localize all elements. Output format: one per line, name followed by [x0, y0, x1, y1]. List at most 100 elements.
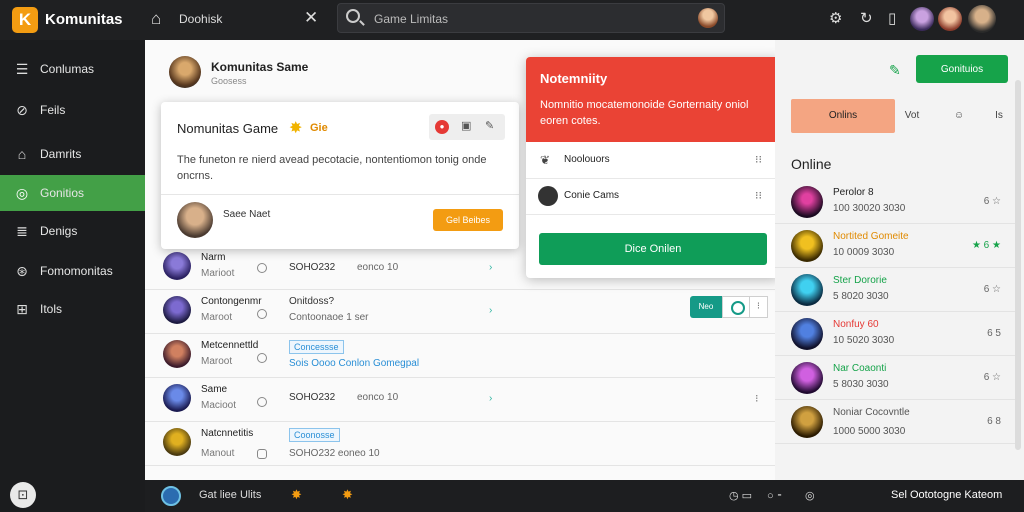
notification-item[interactable]: Conie Cams ⁝⁝ — [526, 179, 780, 215]
row-value: SOHO232 — [289, 392, 336, 403]
primary-button[interactable]: Gonituios — [916, 55, 1008, 83]
user-status: 6 8 — [987, 416, 1001, 427]
settings-icon[interactable]: ⚙ — [829, 9, 842, 27]
table-row[interactable]: Contongenmr Maroot Onitdoss? Contoonaoe … — [145, 290, 775, 334]
row-sub: Maroot — [201, 312, 233, 323]
lock-button[interactable]: ⊡ — [10, 482, 36, 508]
bottom-right-text: Sel Oototogne Kateom — [891, 489, 1003, 501]
refresh-icon[interactable]: ↻ — [860, 9, 873, 27]
sidebar-item-label: Denigs — [40, 224, 78, 238]
user-meta: 5 8020 3030 — [833, 291, 889, 302]
sidebar-item-fomomonitas[interactable]: ⊛ Fomomonitas — [0, 253, 145, 289]
page-title: Komunitas Same — [211, 60, 309, 74]
online-user[interactable]: Nar Coaonti 5 8030 3030 6 ☆ — [775, 356, 1015, 400]
sidebar-item-denigs[interactable]: ≣ Denigs — [0, 213, 145, 249]
sun-icon[interactable]: ✸ — [342, 487, 353, 503]
globe-icon: ⊛ — [16, 263, 28, 279]
tab-vot[interactable]: Vot — [899, 99, 925, 133]
user-meta: 10 0009 3030 — [833, 247, 895, 258]
toggle-label[interactable]: Neo — [690, 296, 722, 318]
table-row[interactable]: Natcnnetitis Manout Coonosse SOHO232 eon… — [145, 422, 775, 466]
edit-icon[interactable]: ✎ — [485, 119, 494, 132]
image-icon[interactable]: ▣ — [461, 119, 471, 132]
sidebar-item-feils[interactable]: ⊘ Feils — [0, 92, 145, 128]
online-user[interactable]: Nortited Gomeite 10 0009 3030 ★ 6 ★ — [775, 224, 1015, 268]
list-icon: ☰ — [15, 61, 29, 77]
search-input[interactable] — [374, 10, 684, 28]
app-icon[interactable] — [161, 486, 181, 506]
sidebar-item-itols[interactable]: ⊞ Itols — [0, 291, 145, 327]
chevron-right-icon[interactable]: › — [489, 305, 492, 316]
row-value-secondary: eonco 10 — [357, 262, 399, 273]
app-logo[interactable]: K — [12, 7, 38, 33]
card-badge: Gie — [310, 122, 328, 134]
tab-emoji[interactable]: ☺ — [947, 99, 971, 133]
avatar — [791, 230, 823, 262]
sun-icon[interactable]: ✸ — [291, 487, 302, 503]
home-icon[interactable]: ⌂ — [151, 9, 171, 29]
sidebar-item-gonitios[interactable]: ◎ Gonitios — [0, 175, 145, 211]
scrollbar[interactable] — [1015, 80, 1021, 450]
user-name: Noniar Cocovntle — [833, 407, 910, 418]
sidebar-item-conlumas[interactable]: ☰ Conlumas — [0, 51, 145, 87]
avatar — [163, 428, 191, 456]
row-sub: Manout — [201, 448, 235, 459]
table-row[interactable]: Same Macioot SOHO232 eonco 10 › ⁝ — [145, 378, 775, 422]
row-tag[interactable]: Coonosse — [289, 428, 340, 442]
chevron-right-icon[interactable]: › — [489, 262, 492, 273]
globe-icon[interactable]: ◎ — [805, 489, 815, 502]
online-user[interactable]: Ster Dororie 5 8020 3030 6 ☆ — [775, 268, 1015, 312]
more-icon[interactable]: ⁝⁝ — [755, 153, 762, 166]
clock-icon[interactable]: ◷ ▭ — [729, 489, 752, 502]
more-icon[interactable]: ⁝⁝ — [755, 189, 762, 202]
chevron-right-icon[interactable]: › — [489, 393, 492, 404]
bookmark-icon[interactable]: ▯ — [888, 9, 896, 27]
search-avatar[interactable] — [698, 8, 718, 28]
status-circle-icon — [257, 309, 267, 319]
user-status: 6 5 — [987, 328, 1001, 339]
row-tag[interactable]: Concessse — [289, 340, 344, 354]
row-value-secondary: eonco 10 — [357, 392, 399, 403]
edit-icon[interactable]: ✎ — [889, 62, 901, 79]
card-action-button[interactable]: Gel Beibes — [433, 209, 503, 231]
more-icon[interactable]: ⁝ — [755, 392, 759, 405]
tab-label[interactable]: Doohisk — [179, 12, 222, 26]
card-title: Nomunitas Game — [177, 121, 279, 136]
user-status: 6 ☆ — [983, 196, 1001, 207]
online-title: Online — [791, 156, 832, 172]
online-user[interactable]: Perolor 8 100 30020 3030 6 ☆ — [775, 180, 1015, 224]
row-name: Metcennettld — [201, 340, 259, 351]
online-user[interactable]: Noniar Cocovntle 1000 5000 3030 6 8 — [775, 400, 1015, 444]
circle-icon[interactable]: ○ ⁃ — [767, 489, 782, 502]
more-icon[interactable]: ⁝ — [750, 296, 768, 318]
record-icon[interactable]: ● — [435, 120, 449, 134]
row-sub: Macioot — [201, 400, 237, 411]
card-toolbar: ● ▣ ✎ — [429, 114, 505, 140]
game-card: Nomunitas Game ✸ Gie ● ▣ ✎ The funeton r… — [161, 102, 519, 249]
avatar[interactable] — [177, 202, 213, 238]
row-name: Same — [201, 384, 228, 395]
online-user[interactable]: Nonfuy 60 10 5020 3030 6 5 — [775, 312, 1015, 356]
avatar[interactable] — [910, 7, 934, 31]
profile-avatar[interactable] — [968, 5, 996, 33]
community-avatar[interactable] — [169, 56, 201, 88]
sidebar-item-damrits[interactable]: ⌂ Damrits — [0, 136, 145, 172]
avatar — [163, 340, 191, 368]
user-meta: 100 30020 3030 — [833, 203, 906, 214]
user-status: 6 ☆ — [983, 372, 1001, 383]
refresh-icon[interactable] — [722, 296, 750, 318]
notification-item[interactable]: ❦ Noolouors ⁝⁝ — [526, 143, 780, 179]
leaf-icon: ❦ — [540, 153, 551, 167]
row-link[interactable]: Sois Oooo Conlon Gomegpal — [289, 358, 419, 369]
table-row[interactable]: Metcennettld Maroot Concessse Sois Oooo … — [145, 334, 775, 378]
sidebar-item-label: Itols — [40, 302, 63, 316]
view-toggle[interactable]: Neo ⁝ — [690, 296, 768, 318]
sidebar-item-label: Fomomonitas — [40, 264, 113, 278]
user-meta: 1000 5000 3030 — [833, 426, 906, 437]
notification-popup: Notemniity Nomnitio mocatemonoide Gorter… — [526, 57, 780, 278]
tab-is[interactable]: Is — [987, 99, 1011, 133]
notification-action-button[interactable]: Dice Onilen — [539, 233, 767, 265]
avatar[interactable] — [938, 7, 962, 31]
close-icon[interactable]: ✕ — [304, 8, 318, 28]
tab-online[interactable]: Onlins — [791, 99, 895, 133]
